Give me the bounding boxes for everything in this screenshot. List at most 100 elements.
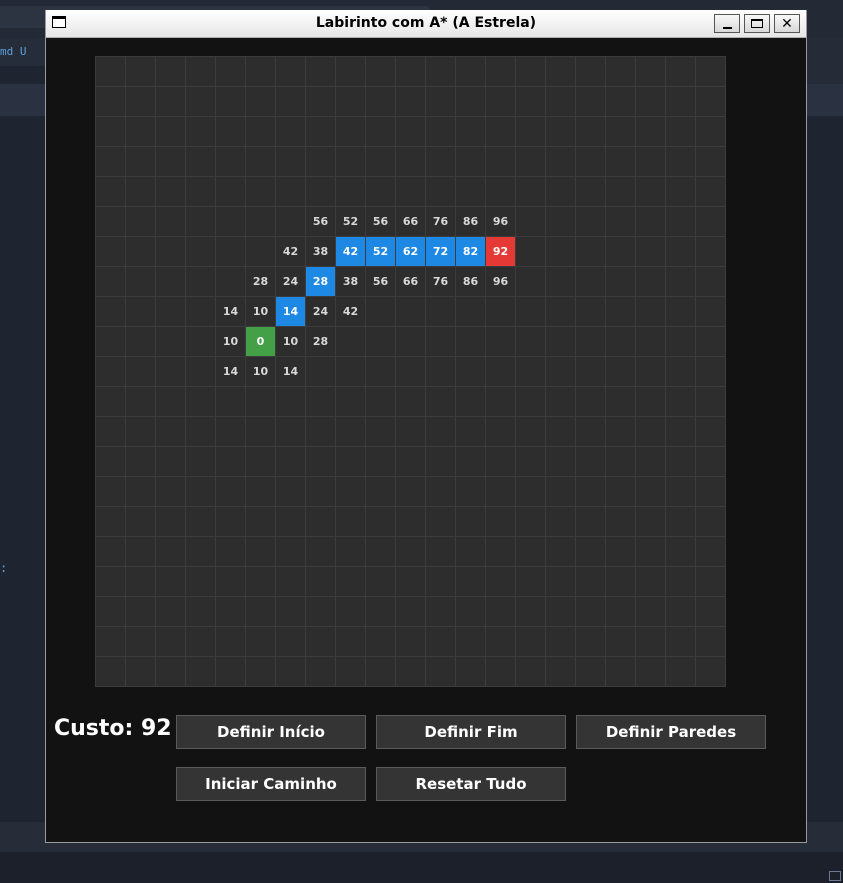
maze-cell[interactable]	[456, 297, 486, 327]
maze-cell[interactable]	[336, 87, 366, 117]
maze-cell[interactable]	[546, 207, 576, 237]
maze-cell[interactable]	[486, 417, 516, 447]
maze-cell[interactable]	[666, 627, 696, 657]
maze-cell[interactable]	[96, 87, 126, 117]
maze-cell[interactable]	[576, 417, 606, 447]
maze-cell[interactable]	[516, 297, 546, 327]
maze-cell[interactable]	[216, 627, 246, 657]
maze-cell[interactable]	[126, 147, 156, 177]
maze-cell[interactable]	[366, 477, 396, 507]
maze-cell[interactable]	[696, 87, 726, 117]
maze-cell[interactable]	[216, 537, 246, 567]
maze-cell-path[interactable]: 28	[306, 267, 336, 297]
maze-cell[interactable]	[426, 567, 456, 597]
maze-cell[interactable]	[486, 657, 516, 687]
maze-cell[interactable]	[186, 117, 216, 147]
maze-cell[interactable]	[126, 477, 156, 507]
maze-cell[interactable]	[636, 357, 666, 387]
maze-cell[interactable]	[546, 297, 576, 327]
maze-cell[interactable]	[426, 147, 456, 177]
maze-cell[interactable]	[246, 87, 276, 117]
maze-cell[interactable]	[486, 447, 516, 477]
maze-cell[interactable]	[306, 177, 336, 207]
maze-cell-explored[interactable]: 10	[216, 327, 246, 357]
maze-cell[interactable]	[696, 657, 726, 687]
maze-cell[interactable]	[516, 477, 546, 507]
maze-cell[interactable]	[186, 477, 216, 507]
maze-cell[interactable]	[486, 87, 516, 117]
maze-cell[interactable]	[246, 567, 276, 597]
maze-cell[interactable]	[456, 177, 486, 207]
maze-cell-explored[interactable]: 76	[426, 267, 456, 297]
maze-cell[interactable]	[696, 597, 726, 627]
maze-cell[interactable]	[666, 477, 696, 507]
maze-cell[interactable]	[546, 147, 576, 177]
maze-cell[interactable]	[186, 567, 216, 597]
maze-cell[interactable]	[696, 117, 726, 147]
maze-cell[interactable]	[516, 117, 546, 147]
maze-cell-explored[interactable]: 42	[336, 297, 366, 327]
maze-cell[interactable]	[516, 177, 546, 207]
maze-cell[interactable]	[336, 657, 366, 687]
maze-cell[interactable]	[96, 147, 126, 177]
maze-cell-explored[interactable]: 24	[306, 297, 336, 327]
maze-cell[interactable]	[216, 207, 246, 237]
maze-cell[interactable]	[336, 537, 366, 567]
maze-cell[interactable]	[546, 87, 576, 117]
maze-cell[interactable]	[606, 297, 636, 327]
maze-cell[interactable]	[126, 657, 156, 687]
maze-cell[interactable]	[156, 447, 186, 477]
maze-cell[interactable]	[576, 147, 606, 177]
maze-cell[interactable]	[396, 447, 426, 477]
maze-cell-path[interactable]: 72	[426, 237, 456, 267]
maze-cell[interactable]	[186, 147, 216, 177]
maze-cell[interactable]	[696, 57, 726, 87]
maze-cell[interactable]	[96, 567, 126, 597]
maze-cell[interactable]	[516, 627, 546, 657]
maze-cell[interactable]	[606, 387, 636, 417]
maze-cell[interactable]	[216, 507, 246, 537]
maze-cell[interactable]	[666, 447, 696, 477]
maze-cell[interactable]	[456, 117, 486, 147]
maze-cell-explored[interactable]: 66	[396, 267, 426, 297]
maze-cell[interactable]	[156, 357, 186, 387]
maze-cell[interactable]	[486, 477, 516, 507]
maze-cell[interactable]	[336, 597, 366, 627]
maze-cell[interactable]	[156, 237, 186, 267]
maze-cell[interactable]	[636, 327, 666, 357]
maze-cell[interactable]	[336, 477, 366, 507]
maze-cell[interactable]	[426, 357, 456, 387]
maze-cell[interactable]	[696, 627, 726, 657]
maze-cell[interactable]	[366, 387, 396, 417]
maze-cell[interactable]	[456, 597, 486, 627]
maze-cell[interactable]	[666, 117, 696, 147]
maze-cell[interactable]	[336, 147, 366, 177]
maze-cell[interactable]	[606, 567, 636, 597]
set-start-button[interactable]: Definir Início	[176, 715, 366, 749]
maze-cell[interactable]	[456, 387, 486, 417]
maze-cell[interactable]	[606, 57, 636, 87]
maze-cell[interactable]	[516, 387, 546, 417]
maze-cell[interactable]	[396, 567, 426, 597]
maze-cell[interactable]	[576, 297, 606, 327]
maze-cell[interactable]	[306, 57, 336, 87]
maze-cell[interactable]	[96, 537, 126, 567]
maze-cell[interactable]	[336, 327, 366, 357]
maze-cell[interactable]	[126, 327, 156, 357]
maze-cell[interactable]	[186, 177, 216, 207]
maze-cell[interactable]	[156, 57, 186, 87]
maze-cell[interactable]	[636, 207, 666, 237]
maze-cell[interactable]	[606, 87, 636, 117]
maze-cell-explored[interactable]: 28	[306, 327, 336, 357]
maze-cell[interactable]	[396, 357, 426, 387]
maze-cell[interactable]	[666, 417, 696, 447]
maze-cell[interactable]	[336, 357, 366, 387]
maze-cell[interactable]	[366, 417, 396, 447]
maze-cell[interactable]	[366, 447, 396, 477]
maze-cell[interactable]	[486, 117, 516, 147]
maze-cell[interactable]	[486, 627, 516, 657]
maze-cell[interactable]	[126, 357, 156, 387]
maze-cell[interactable]	[426, 117, 456, 147]
maze-cell[interactable]	[606, 357, 636, 387]
maze-cell[interactable]	[156, 627, 186, 657]
